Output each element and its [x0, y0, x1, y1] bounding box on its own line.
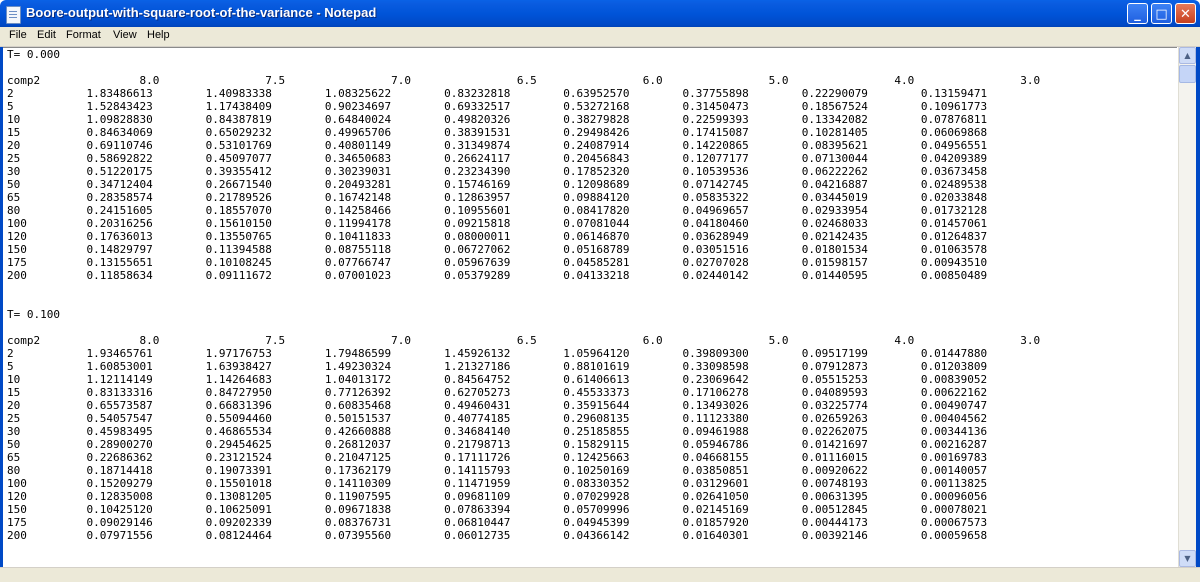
notepad-icon[interactable] — [6, 6, 21, 24]
menu-format[interactable]: Format — [66, 29, 101, 41]
scroll-thumb[interactable] — [1179, 65, 1196, 83]
menu-help[interactable]: Help — [147, 29, 170, 41]
window-frame-right — [1196, 28, 1200, 581]
window-title: Boore-output-with-square-root-of-the-var… — [26, 5, 377, 20]
menu-file[interactable]: File — [9, 29, 27, 41]
text-editor[interactable]: T= 0.000 comp2 8.0 7.5 7.0 6.5 6.0 5.0 4… — [3, 47, 1177, 568]
minimize-button[interactable]: _ — [1127, 3, 1148, 24]
menu-bar: File Edit Format View Help — [0, 27, 1200, 47]
scroll-down-button[interactable]: ▼ — [1179, 550, 1196, 567]
vertical-scrollbar[interactable]: ▲ ▼ — [1178, 47, 1196, 567]
scroll-up-button[interactable]: ▲ — [1179, 47, 1196, 64]
title-bar[interactable]: Boore-output-with-square-root-of-the-var… — [0, 0, 1200, 28]
maximize-button[interactable]: □ — [1151, 3, 1172, 24]
close-button[interactable]: ✕ — [1175, 3, 1196, 24]
editor-content[interactable]: T= 0.000 comp2 8.0 7.5 7.0 6.5 6.0 5.0 4… — [3, 48, 1177, 542]
window-bottom-edge — [0, 567, 1200, 582]
menu-view[interactable]: View — [113, 29, 137, 41]
menu-edit[interactable]: Edit — [37, 29, 56, 41]
